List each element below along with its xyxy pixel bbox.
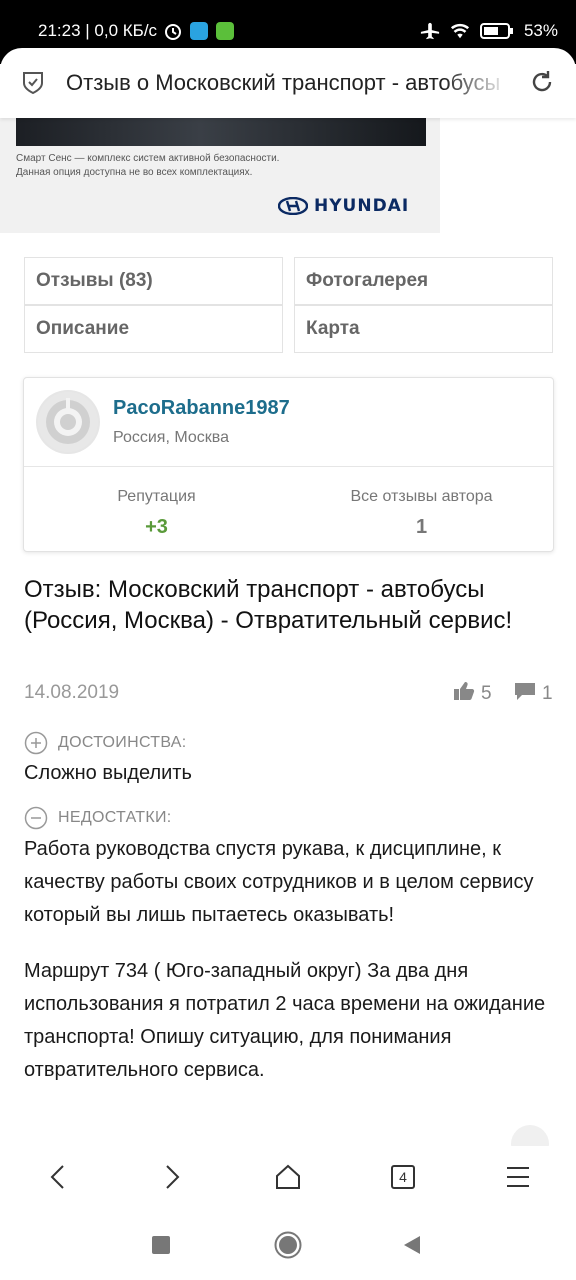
pros-label: ДОСТОИНСТВА:: [58, 734, 187, 751]
browser-nav-bar: 4: [0, 1146, 576, 1206]
ad-brand: HYUNDAI: [314, 196, 410, 216]
battery-icon: [479, 21, 514, 41]
ad-text-line2: Данная опция доступна не во всех комплек…: [16, 167, 253, 178]
comments-count: 1: [542, 683, 553, 704]
review-body: Маршрут 734 ( Юго-западный округ) За два…: [24, 960, 546, 1081]
tabs-count: 4: [391, 1165, 415, 1189]
pros-header: ДОСТОИНСТВА:: [24, 731, 187, 755]
cons-label: НЕДОСТАТКИ:: [58, 809, 172, 826]
reputation-label: Репутация: [117, 488, 196, 505]
tab-description[interactable]: Описание: [24, 305, 283, 353]
cons-header: НЕДОСТАТКИ:: [24, 806, 172, 830]
system-nav-bar: [0, 1206, 576, 1280]
airplane-icon: [420, 21, 440, 41]
page-title[interactable]: Отзыв о Московский транспорт - автобусы: [66, 70, 510, 96]
pros-text: Сложно выделить: [24, 762, 192, 784]
browser-title-bar: Отзыв о Московский транспорт - автобусы: [0, 48, 576, 118]
forward-icon[interactable]: [155, 1160, 189, 1194]
shield-icon[interactable]: [22, 70, 44, 95]
author-location: Россия, Москва: [113, 429, 229, 446]
download-icon: [215, 21, 235, 41]
comments[interactable]: 1: [514, 681, 553, 707]
alarm-icon: [163, 21, 183, 41]
wifi-icon: [450, 21, 470, 41]
system-back-icon[interactable]: [402, 1235, 422, 1255]
tab-gallery[interactable]: Фотогалерея: [294, 257, 553, 305]
cons-text: Работа руководства спустя рукава, к дисц…: [24, 838, 534, 926]
likes-count: 5: [481, 683, 492, 704]
home-circle-icon[interactable]: [274, 1231, 302, 1259]
menu-icon[interactable]: [501, 1160, 535, 1194]
review-date: 14.08.2019: [24, 682, 120, 703]
avatar[interactable]: [36, 390, 100, 454]
tab-reviews[interactable]: Отзывы (83): [24, 257, 283, 305]
back-icon[interactable]: [41, 1160, 75, 1194]
review-title: Отзыв: Московский транспорт - автобусы (…: [24, 576, 513, 634]
author-reviews-label[interactable]: Все отзывы автора: [289, 488, 554, 506]
status-right: 53%: [420, 21, 558, 41]
ad-text: Смарт Сенс — комплекс систем активной бе…: [16, 152, 279, 180]
tab-map[interactable]: Карта: [294, 305, 553, 353]
author-name[interactable]: PacoRabanne1987: [113, 397, 290, 420]
plus-circle-icon: [24, 731, 48, 755]
likes[interactable]: 5: [453, 681, 492, 707]
author-reviews-count[interactable]: 1: [289, 516, 554, 539]
comment-icon[interactable]: [514, 681, 536, 707]
status-left: 21:23 | 0,0 КБ/с: [38, 21, 235, 41]
hyundai-emblem-icon: [278, 197, 308, 215]
ad-text-line1: Смарт Сенс — комплекс систем активной бе…: [16, 153, 280, 164]
author-card: PacoRabanne1987 Россия, Москва Репутация…: [23, 377, 554, 552]
thumbs-up-icon[interactable]: [453, 681, 475, 707]
battery-percent: 53%: [523, 21, 558, 40]
status-time-speed: 21:23 | 0,0 КБ/с: [38, 21, 158, 40]
telegram-icon: [189, 21, 209, 41]
home-icon[interactable]: [271, 1160, 305, 1194]
reputation-value: +3: [145, 516, 168, 538]
minus-circle-icon: [24, 806, 48, 830]
reload-icon[interactable]: [528, 68, 556, 96]
tabs-icon[interactable]: 4: [386, 1160, 420, 1194]
divider: [24, 466, 553, 467]
recents-icon[interactable]: [152, 1236, 170, 1254]
hyundai-logo: HYUNDAI: [278, 196, 409, 216]
